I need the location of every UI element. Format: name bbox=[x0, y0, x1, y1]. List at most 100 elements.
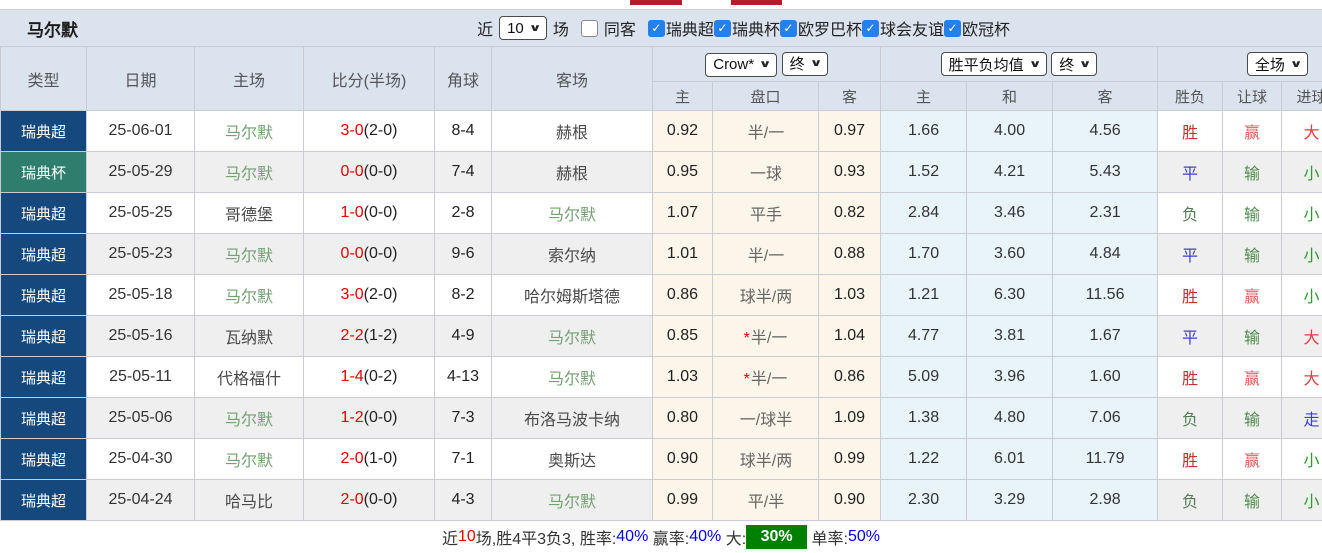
filter-bar: 近 10 ∨ 场 同客 瑞典超瑞典杯欧罗巴杯球会友谊欧冠杯 bbox=[477, 10, 1010, 46]
col-header-score: 比分(半场) bbox=[304, 47, 435, 111]
handicap-time-select[interactable]: 终 ∨ bbox=[782, 52, 828, 76]
cell-home-team: 马尔默 bbox=[195, 234, 304, 275]
home-team-name: 代格福什 bbox=[217, 371, 281, 388]
league-checkbox[interactable] bbox=[780, 20, 797, 37]
result-group-header: 全场 ∨ bbox=[1158, 47, 1322, 82]
home-team-name: 马尔默 bbox=[225, 166, 273, 183]
summary-segment: 场,胜4平3负3, bbox=[476, 525, 580, 549]
league-checkbox-label[interactable]: 欧罗巴杯 bbox=[798, 16, 862, 40]
sub-header-avg-home: 主 bbox=[881, 82, 967, 111]
cell-league-badge: 瑞典杯 bbox=[1, 152, 87, 193]
league-filter-item[interactable]: 瑞典杯 bbox=[714, 16, 780, 40]
home-team-name: 马尔默 bbox=[225, 453, 273, 470]
cell-home-team: 马尔默 bbox=[195, 152, 304, 193]
cell-league-badge: 瑞典超 bbox=[1, 398, 87, 439]
cell-avg-home: 2.84 bbox=[881, 193, 967, 234]
cell-ah-home-odds: 0.95 bbox=[653, 152, 713, 193]
cell-date: 25-05-11 bbox=[87, 357, 195, 398]
cell-league-badge: 瑞典超 bbox=[1, 357, 87, 398]
table-row: 瑞典超 25-06-01 马尔默 3-0(2-0) 8-4 赫根 0.92 半/… bbox=[1, 111, 1322, 152]
period-select[interactable]: 全场 ∨ bbox=[1247, 52, 1308, 76]
league-filter-item[interactable]: 球会友谊 bbox=[862, 16, 944, 40]
cell-home-team: 哈马比 bbox=[195, 480, 304, 521]
league-checkbox-label[interactable]: 欧冠杯 bbox=[962, 16, 1010, 40]
cell-away-team: 赫根 bbox=[492, 152, 653, 193]
cell-avg-draw: 4.00 bbox=[967, 111, 1053, 152]
col-header-away: 客场 bbox=[492, 47, 653, 111]
bookmaker-select[interactable]: Crow* ∨ bbox=[705, 53, 777, 77]
league-checkbox-label[interactable]: 瑞典杯 bbox=[732, 16, 780, 40]
cell-avg-draw: 4.80 bbox=[967, 398, 1053, 439]
cell-avg-home: 1.22 bbox=[881, 439, 967, 480]
cell-score: 2-0(0-0) bbox=[304, 480, 435, 521]
cell-home-team: 瓦纳默 bbox=[195, 316, 304, 357]
cell-score: 1-0(0-0) bbox=[304, 193, 435, 234]
league-checkbox[interactable] bbox=[648, 20, 665, 37]
away-team-name: 马尔默 bbox=[548, 371, 596, 388]
chevron-down-icon: ∨ bbox=[1079, 59, 1092, 70]
league-filter-item[interactable]: 瑞典超 bbox=[648, 16, 714, 40]
recent-label: 近 bbox=[477, 16, 493, 40]
cell-result-wdl: 胜 bbox=[1158, 275, 1223, 316]
top-cutoff-strip bbox=[0, 0, 1322, 10]
same-venue-label[interactable]: 同客 bbox=[604, 16, 636, 40]
odds-type-select[interactable]: 胜平负均值 ∨ bbox=[941, 52, 1047, 76]
league-checkbox[interactable] bbox=[862, 20, 879, 37]
away-team-name: 索尔纳 bbox=[548, 248, 596, 265]
away-team-name: 赫根 bbox=[556, 166, 588, 183]
cell-result-wdl: 胜 bbox=[1158, 439, 1223, 480]
cell-avg-away: 4.56 bbox=[1053, 111, 1158, 152]
cell-away-team: 哈尔姆斯塔德 bbox=[492, 275, 653, 316]
cell-result-goals: 大 bbox=[1282, 357, 1322, 398]
cell-avg-away: 5.43 bbox=[1053, 152, 1158, 193]
fulltime-score: 3-0 bbox=[341, 122, 364, 139]
sub-header-handicap-result: 让球 bbox=[1223, 82, 1282, 111]
league-checkbox[interactable] bbox=[714, 20, 731, 37]
team-filter-band: 马尔默 近 10 ∨ 场 同客 瑞典超瑞典杯欧罗巴杯球会友谊欧冠杯 bbox=[0, 10, 1322, 46]
cell-league-badge: 瑞典超 bbox=[1, 316, 87, 357]
league-checkbox[interactable] bbox=[944, 20, 961, 37]
cell-avg-draw: 3.29 bbox=[967, 480, 1053, 521]
home-team-name: 哥德堡 bbox=[225, 207, 273, 224]
cell-away-team: 马尔默 bbox=[492, 316, 653, 357]
halftime-score: (0-0) bbox=[364, 409, 398, 426]
chevron-down-icon: ∨ bbox=[1028, 59, 1041, 70]
col-header-corner: 角球 bbox=[435, 47, 492, 111]
cell-ah-away-odds: 0.93 bbox=[819, 152, 881, 193]
summary-segment: 大: bbox=[721, 525, 746, 549]
cell-ah-away-odds: 0.90 bbox=[819, 480, 881, 521]
summary-segment: 40% bbox=[689, 528, 721, 546]
table-row: 瑞典超 25-05-16 瓦纳默 2-2(1-2) 4-9 马尔默 0.85 *… bbox=[1, 316, 1322, 357]
recent-count-select[interactable]: 10 ∨ bbox=[499, 16, 547, 40]
fulltime-score: 2-2 bbox=[341, 327, 364, 344]
cell-result-goals: 小 bbox=[1282, 234, 1322, 275]
cell-ah-home-odds: 1.03 bbox=[653, 357, 713, 398]
table-row: 瑞典超 25-05-25 哥德堡 1-0(0-0) 2-8 马尔默 1.07 平… bbox=[1, 193, 1322, 234]
cell-corners: 7-3 bbox=[435, 398, 492, 439]
cell-corners: 7-1 bbox=[435, 439, 492, 480]
cell-result-handicap: 赢 bbox=[1223, 275, 1282, 316]
cell-result-goals: 小 bbox=[1282, 152, 1322, 193]
home-team-name: 瓦纳默 bbox=[225, 330, 273, 347]
same-venue-checkbox[interactable] bbox=[581, 20, 598, 37]
odds-type-value: 胜平负均值 bbox=[949, 54, 1024, 75]
cell-result-goals: 小 bbox=[1282, 439, 1322, 480]
cell-date: 25-05-06 bbox=[87, 398, 195, 439]
cell-avg-home: 1.52 bbox=[881, 152, 967, 193]
league-checkbox-label[interactable]: 瑞典超 bbox=[666, 16, 714, 40]
away-team-name: 马尔默 bbox=[548, 494, 596, 511]
handicap-time-value: 终 bbox=[790, 53, 805, 74]
cell-result-goals: 大 bbox=[1282, 111, 1322, 152]
cell-result-wdl: 平 bbox=[1158, 316, 1223, 357]
col-header-type: 类型 bbox=[1, 47, 87, 111]
cell-score: 1-4(0-2) bbox=[304, 357, 435, 398]
cell-avg-away: 1.60 bbox=[1053, 357, 1158, 398]
odds-time-select[interactable]: 终 ∨ bbox=[1051, 52, 1097, 76]
league-filter-item[interactable]: 欧冠杯 bbox=[944, 16, 1010, 40]
league-checkbox-label[interactable]: 球会友谊 bbox=[880, 16, 944, 40]
cell-avg-draw: 3.96 bbox=[967, 357, 1053, 398]
halftime-score: (0-0) bbox=[364, 163, 398, 180]
sub-header-goals-result: 进球 bbox=[1282, 82, 1322, 111]
fulltime-score: 3-0 bbox=[341, 286, 364, 303]
league-filter-item[interactable]: 欧罗巴杯 bbox=[780, 16, 862, 40]
